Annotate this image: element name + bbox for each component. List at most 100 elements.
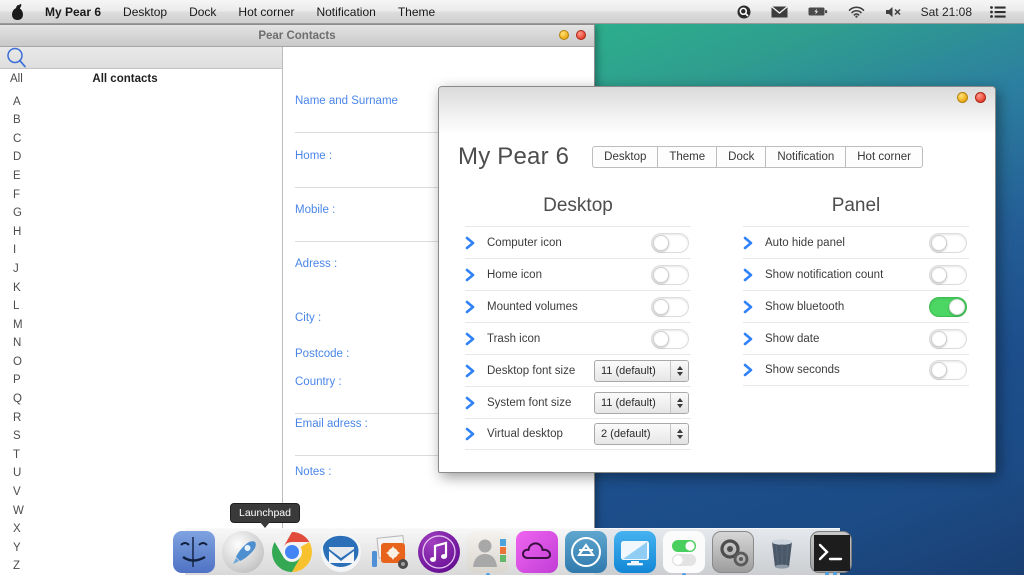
contacts-search-row[interactable] [0, 47, 282, 69]
chevron-right-icon [465, 427, 487, 441]
tab-notification[interactable]: Notification [765, 146, 846, 168]
contacts-title-bar[interactable]: Pear Contacts [0, 25, 594, 47]
alphabet-letter-i[interactable]: I [13, 241, 282, 260]
alphabet-letter-t[interactable]: T [13, 446, 282, 465]
volume-mute-icon[interactable] [875, 0, 913, 24]
toggle-home-icon[interactable] [651, 264, 689, 285]
setting-row-computer-icon[interactable]: Computer icon [465, 226, 691, 258]
alphabet-letter-d[interactable]: D [13, 148, 282, 167]
toggle-mounted-volumes[interactable] [651, 296, 689, 317]
menu-bar-clock[interactable]: Sat 21:08 [913, 5, 980, 19]
dock-item-thunderbird[interactable] [320, 531, 362, 573]
setting-row-virtual-desktop[interactable]: Virtual desktop 2 (default) [465, 418, 691, 450]
alphabet-letter-e[interactable]: E [13, 167, 282, 186]
alphabet-letter-q[interactable]: Q [13, 390, 282, 409]
alphabet-letter-k[interactable]: K [13, 279, 282, 298]
battery-icon[interactable] [798, 0, 838, 24]
alphabet-letter-r[interactable]: R [13, 409, 282, 428]
minimize-button[interactable] [957, 92, 968, 103]
dock-item-finder[interactable] [173, 531, 215, 573]
alphabet-letter-a[interactable]: A [13, 93, 282, 112]
menu-item-my-pear-6[interactable]: My Pear 6 [34, 0, 112, 24]
alphabet-letter-j[interactable]: J [13, 260, 282, 279]
setting-row-system-font-size[interactable]: System font size 11 (default) [465, 386, 691, 418]
menu-item-hot-corner[interactable]: Hot corner [227, 0, 305, 24]
alphabet-letter-h[interactable]: H [13, 223, 282, 242]
contacts-list-header: All All contacts [0, 69, 282, 89]
close-button[interactable] [975, 92, 986, 103]
stepper-system-font-size[interactable]: 11 (default) [594, 391, 689, 414]
toggle-show-date[interactable] [929, 328, 967, 349]
stepper-arrows[interactable] [670, 392, 688, 413]
tab-dock[interactable]: Dock [716, 146, 766, 168]
setting-row-show-notification-count[interactable]: Show notification count [743, 258, 969, 290]
dock-item-cloud[interactable] [516, 531, 558, 573]
search-icon[interactable] [6, 47, 27, 68]
alphabet-letter-o[interactable]: O [13, 353, 282, 372]
dock-item-settings-toggles[interactable] [663, 531, 705, 575]
dock-item-trash[interactable] [761, 531, 803, 573]
alphabet-letter-g[interactable]: G [13, 204, 282, 223]
menu-item-theme[interactable]: Theme [387, 0, 446, 24]
tab-hot-corner[interactable]: Hot corner [845, 146, 923, 168]
menu-item-desktop[interactable]: Desktop [112, 0, 178, 24]
minimize-button[interactable] [559, 30, 569, 40]
dock-item-contacts[interactable] [467, 531, 509, 575]
my-pear-settings-window[interactable]: My Pear 6 Desktop Theme Dock Notificatio… [438, 86, 996, 473]
tab-desktop[interactable]: Desktop [592, 146, 658, 168]
dock-item-display[interactable] [614, 531, 656, 573]
toggle-auto-hide-panel[interactable] [929, 232, 967, 253]
setting-row-show-date[interactable]: Show date [743, 322, 969, 354]
close-button[interactable] [576, 30, 586, 40]
setting-row-mounted-volumes[interactable]: Mounted volumes [465, 290, 691, 322]
dock-item-music[interactable] [418, 531, 460, 573]
alphabet-letter-p[interactable]: P [13, 371, 282, 390]
alphabet-letter-u[interactable]: U [13, 464, 282, 483]
dock-item-cydia[interactable] [565, 531, 607, 573]
pear-logo-icon[interactable] [0, 3, 34, 20]
dock-item-terminal[interactable] [810, 531, 852, 575]
alphabet-letter-m[interactable]: M [13, 316, 282, 335]
alphabet-letter-n[interactable]: N [13, 334, 282, 353]
stepper-virtual-desktop[interactable]: 2 (default) [594, 423, 689, 445]
settings-title-bar[interactable] [439, 87, 995, 133]
alphabet-letter-s[interactable]: S [13, 427, 282, 446]
dock-item-system-preferences[interactable] [712, 531, 754, 573]
alphabet-letter-f[interactable]: F [13, 186, 282, 205]
alphabet-letter-v[interactable]: V [13, 483, 282, 502]
setting-row-trash-icon[interactable]: Trash icon [465, 322, 691, 354]
setting-label: Computer icon [487, 236, 562, 249]
search-icon[interactable] [727, 0, 761, 24]
settings-app-title: My Pear 6 [458, 143, 570, 170]
wifi-icon[interactable] [838, 0, 875, 24]
contacts-filter-all[interactable]: All [0, 73, 38, 85]
setting-row-home-icon[interactable]: Home icon [465, 258, 691, 290]
setting-row-auto-hide-panel[interactable]: Auto hide panel [743, 226, 969, 258]
alphabet-letter-c[interactable]: C [13, 130, 282, 149]
mail-icon[interactable] [761, 0, 798, 24]
toggle-show-bluetooth[interactable] [929, 296, 967, 317]
setting-label: Auto hide panel [765, 236, 845, 249]
dock-item-chrome[interactable] [271, 531, 313, 573]
stepper-desktop-font-size[interactable]: 11 (default) [594, 359, 689, 382]
settings-tab-bar[interactable]: Desktop Theme Dock Notification Hot corn… [592, 146, 923, 168]
menu-item-notification[interactable]: Notification [305, 0, 386, 24]
alphabet-letter-l[interactable]: L [13, 297, 282, 316]
dock-item-image-editor[interactable] [369, 531, 411, 573]
tab-theme[interactable]: Theme [657, 146, 717, 168]
setting-label: Virtual desktop [487, 428, 563, 440]
toggle-show-seconds[interactable] [929, 360, 967, 380]
list-menu-icon[interactable] [980, 0, 1016, 24]
alphabet-letter-b[interactable]: B [13, 111, 282, 130]
stepper-arrows[interactable] [670, 360, 688, 381]
setting-row-show-seconds[interactable]: Show seconds [743, 354, 969, 386]
stepper-arrows[interactable] [670, 424, 688, 444]
setting-row-show-bluetooth[interactable]: Show bluetooth [743, 290, 969, 322]
dock-item-launchpad[interactable] [222, 531, 264, 573]
menu-item-dock[interactable]: Dock [178, 0, 227, 24]
contacts-search-input[interactable] [27, 51, 282, 64]
toggle-trash-icon[interactable] [651, 328, 689, 349]
toggle-show-notification-count[interactable] [929, 264, 967, 285]
toggle-computer-icon[interactable] [651, 232, 689, 253]
setting-row-desktop-font-size[interactable]: Desktop font size 11 (default) [465, 354, 691, 386]
